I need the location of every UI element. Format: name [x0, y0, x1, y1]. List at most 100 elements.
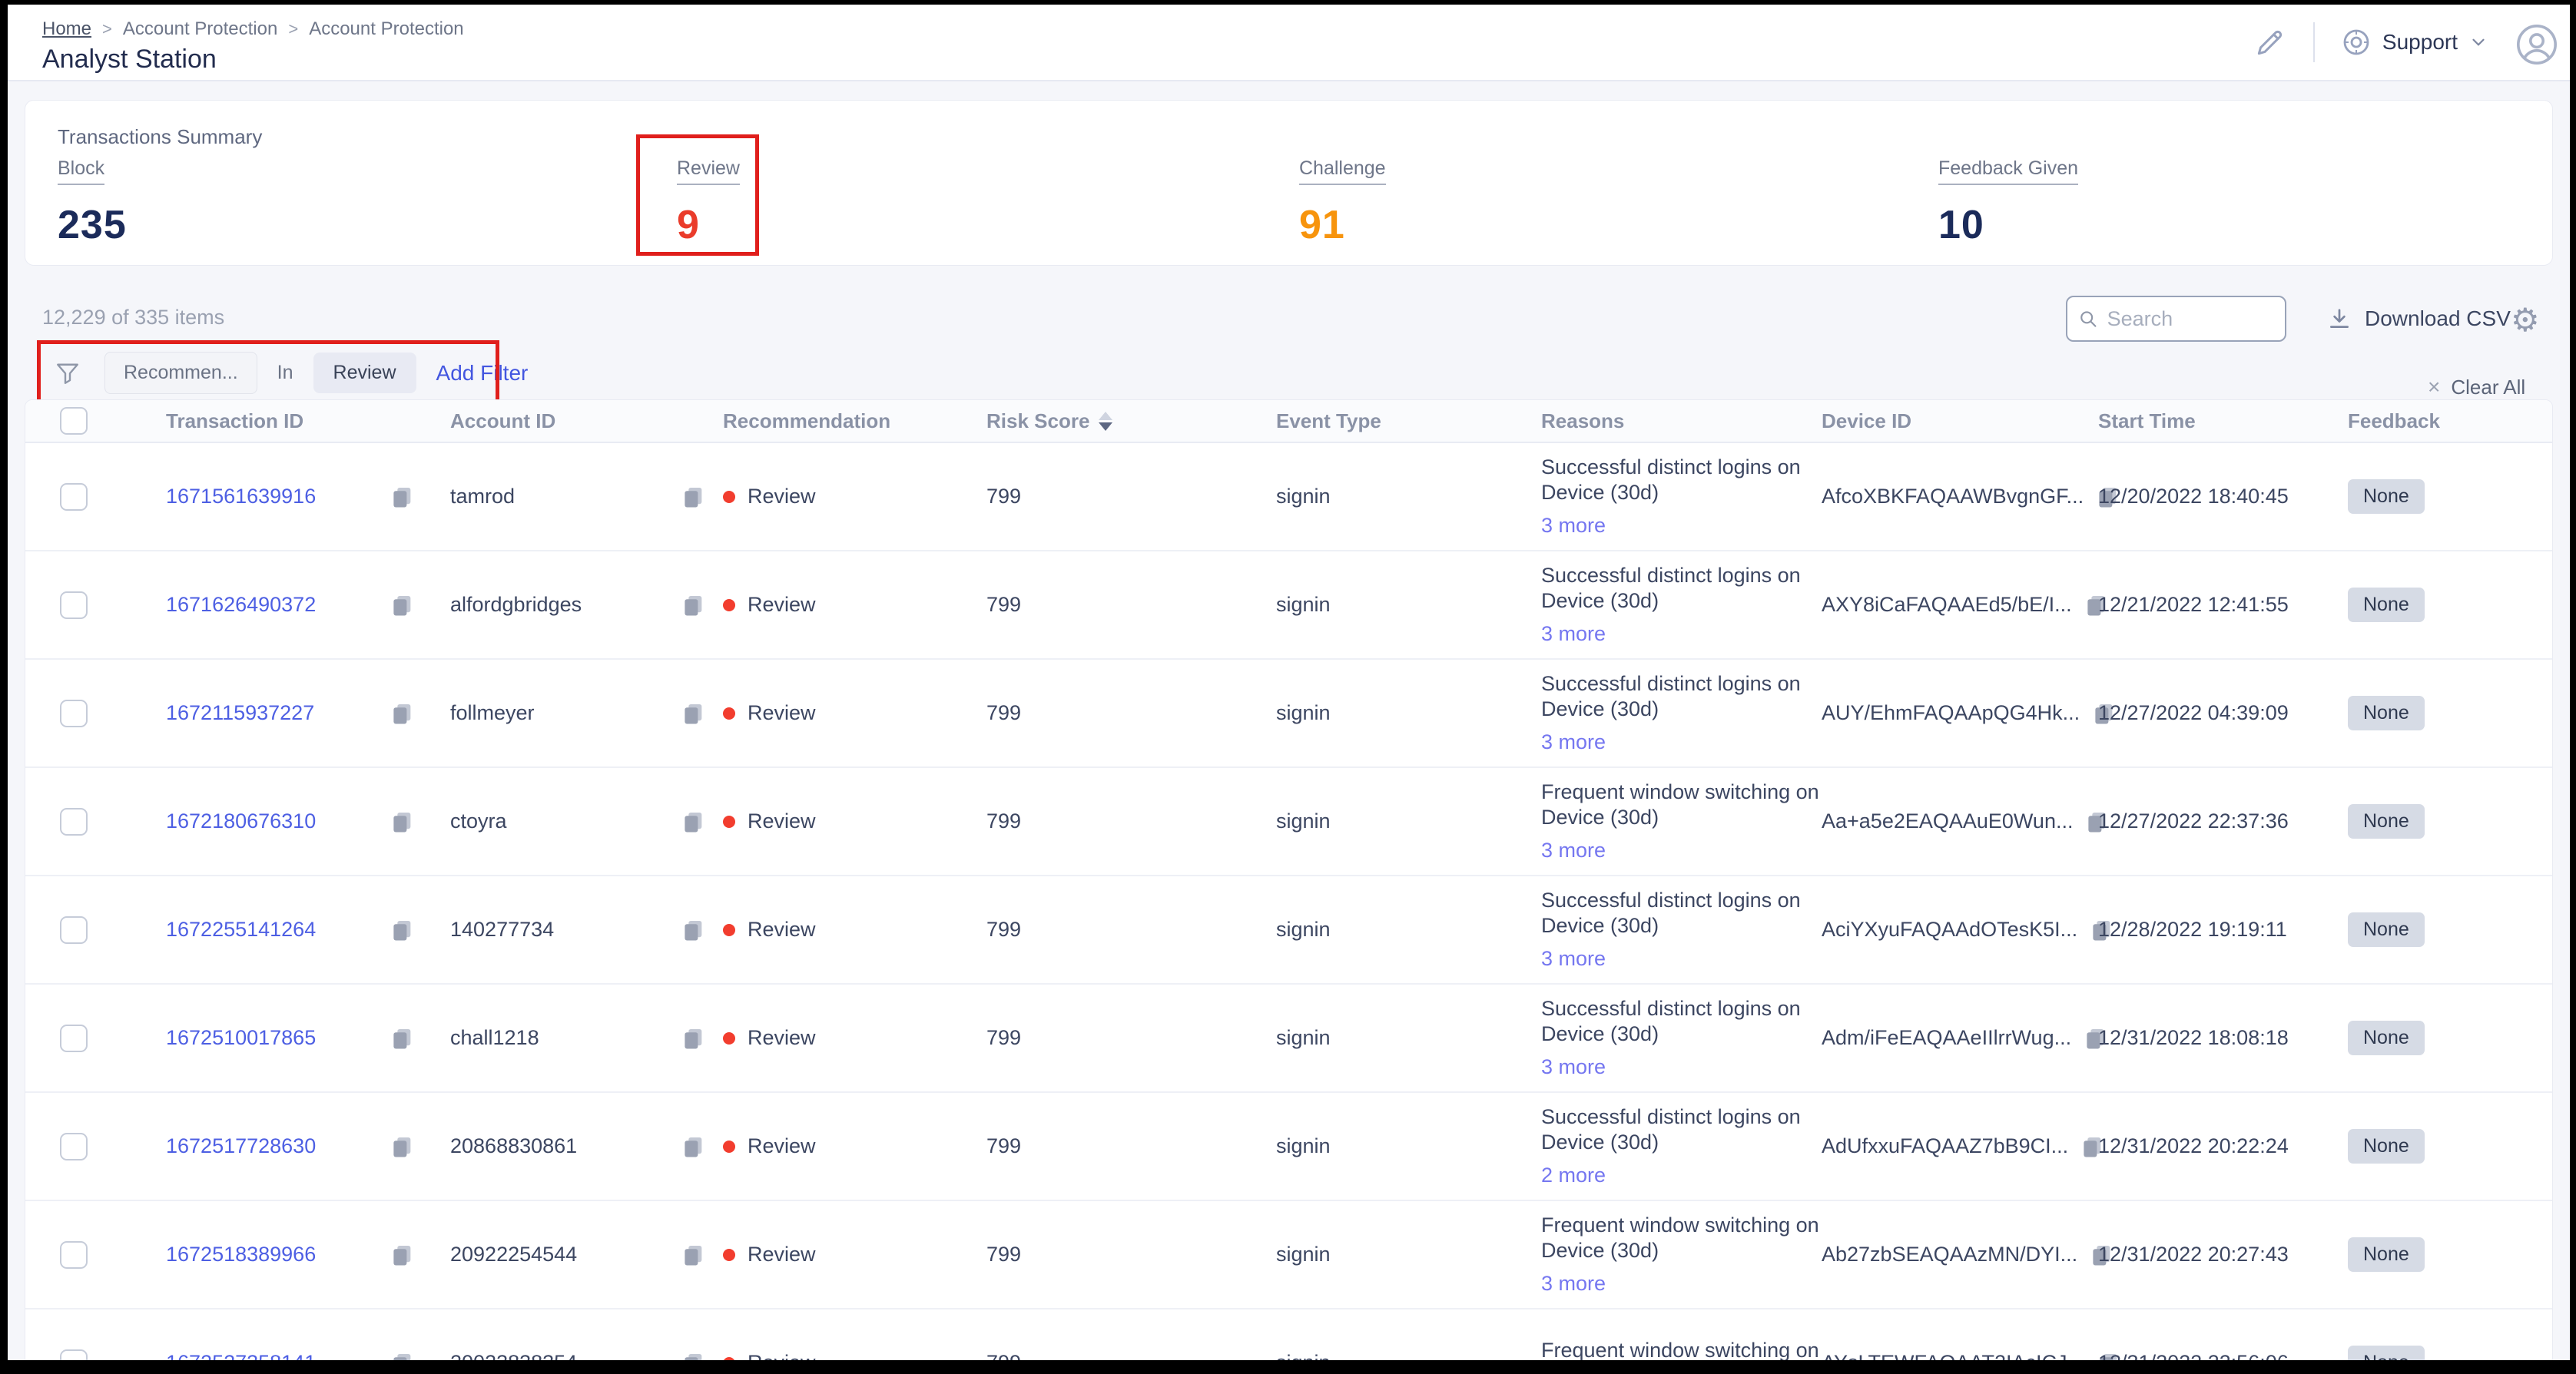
filter-field-chip[interactable]: Recommen... — [104, 352, 257, 394]
search-input[interactable] — [2107, 307, 2274, 331]
table-row: 1672527358141 20023838354 Review 799 sig… — [25, 1309, 2552, 1360]
start-time: 12/31/2022 20:27:43 — [2098, 1243, 2348, 1266]
copy-icon[interactable] — [680, 809, 706, 835]
more-reasons-link[interactable]: 3 more — [1541, 1271, 1606, 1296]
account-id: 20868830861 — [450, 1134, 577, 1158]
event-type: signin — [1276, 701, 1541, 725]
summary-title: Transactions Summary — [58, 125, 262, 149]
row-checkbox[interactable] — [60, 591, 88, 619]
table-row: 1672180676310 ctoyra Review 799 signin F… — [25, 768, 2552, 876]
pencil-icon[interactable] — [2253, 25, 2287, 59]
copy-icon[interactable] — [680, 700, 706, 727]
review-status-dot — [723, 1032, 735, 1045]
row-checkbox[interactable] — [60, 1133, 88, 1160]
copy-icon[interactable] — [389, 700, 415, 727]
row-checkbox[interactable] — [60, 700, 88, 727]
user-avatar[interactable] — [2515, 18, 2561, 67]
copy-icon[interactable] — [680, 917, 706, 943]
col-risk-score[interactable]: Risk Score — [986, 409, 1276, 433]
review-status-dot — [723, 924, 735, 936]
device-id: AdUfxxuFAQAAZ7bB9CI... — [1822, 1134, 2068, 1158]
more-reasons-link[interactable]: 3 more — [1541, 946, 1606, 972]
support-label: Support — [2382, 30, 2458, 55]
table-header-row: Transaction ID Account ID Recommendation… — [25, 400, 2552, 443]
transaction-id-link[interactable]: 1671561639916 — [166, 485, 316, 508]
filter-value-chip[interactable]: Review — [313, 353, 416, 393]
device-id: Aa+a5e2EAQAAuE0Wun... — [1822, 810, 2073, 833]
feedback-badge: None — [2348, 588, 2425, 622]
feedback-badge: None — [2348, 912, 2425, 947]
transaction-id-link[interactable]: 1672180676310 — [166, 810, 316, 833]
copy-icon[interactable] — [680, 1350, 706, 1361]
metric-feedback-value: 10 — [1938, 202, 2078, 248]
start-time: 12/27/2022 22:37:36 — [2098, 810, 2348, 833]
copy-icon[interactable] — [389, 1242, 415, 1268]
risk-score: 799 — [986, 1134, 1276, 1158]
add-filter-button[interactable]: Add Filter — [436, 361, 529, 386]
event-type: signin — [1276, 593, 1541, 617]
account-id: 20023838354 — [450, 1351, 577, 1360]
more-reasons-link[interactable]: 2 more — [1541, 1163, 1606, 1188]
more-reasons-link[interactable]: 3 more — [1541, 621, 1606, 647]
row-checkbox[interactable] — [60, 808, 88, 836]
reason-text-line2: Device (30d) — [1541, 913, 1822, 939]
close-icon: × — [2428, 375, 2440, 399]
copy-icon[interactable] — [680, 1025, 706, 1051]
more-reasons-link[interactable]: 3 more — [1541, 838, 1606, 863]
row-checkbox[interactable] — [60, 1241, 88, 1269]
transaction-id-link[interactable]: 1672527358141 — [166, 1351, 316, 1360]
recommendation-status: Review — [748, 810, 816, 833]
transactions-summary-card: Transactions Summary Block 235 Review 9 … — [25, 100, 2553, 266]
row-checkbox[interactable] — [60, 483, 88, 511]
breadcrumb-home-link[interactable]: Home — [42, 18, 91, 40]
metric-feedback-label[interactable]: Feedback Given — [1938, 157, 2078, 185]
metric-block-label[interactable]: Block — [58, 157, 104, 185]
transaction-id-link[interactable]: 1672255141264 — [166, 918, 316, 942]
copy-icon[interactable] — [389, 1350, 415, 1361]
transaction-id-link[interactable]: 1672115937227 — [166, 701, 314, 725]
copy-icon[interactable] — [680, 484, 706, 510]
breadcrumb-level1: Account Protection — [123, 18, 277, 40]
risk-score: 799 — [986, 810, 1276, 833]
metric-challenge-label[interactable]: Challenge — [1299, 157, 1386, 185]
recommendation-status: Review — [748, 701, 816, 725]
copy-icon[interactable] — [389, 1134, 415, 1160]
recommendation-status: Review — [748, 1243, 816, 1266]
download-label: Download CSV — [2365, 306, 2511, 331]
more-reasons-link[interactable]: 3 more — [1541, 1055, 1606, 1080]
gear-icon[interactable]: ⚙ — [2511, 301, 2540, 339]
metric-review-label[interactable]: Review — [677, 157, 740, 185]
more-reasons-link[interactable]: 3 more — [1541, 513, 1606, 538]
clear-all-button[interactable]: × Clear All — [2428, 375, 2525, 399]
recommendation-status: Review — [748, 918, 816, 942]
device-id: AYsLTEWFAQAAT2IAcICJ... — [1822, 1351, 2084, 1360]
row-checkbox[interactable] — [60, 1025, 88, 1052]
copy-icon[interactable] — [389, 917, 415, 943]
copy-icon[interactable] — [389, 484, 415, 510]
transaction-id-link[interactable]: 1672510017865 — [166, 1026, 316, 1050]
copy-icon[interactable] — [680, 1134, 706, 1160]
transaction-id-link[interactable]: 1672517728630 — [166, 1134, 316, 1158]
copy-icon[interactable] — [389, 592, 415, 618]
support-menu[interactable]: Support — [2341, 27, 2488, 58]
copy-icon[interactable] — [680, 1242, 706, 1268]
copy-icon[interactable] — [680, 592, 706, 618]
recommendation-status: Review — [748, 593, 816, 617]
transaction-id-link[interactable]: 1672518389966 — [166, 1243, 316, 1266]
row-checkbox[interactable] — [60, 916, 88, 944]
select-all-checkbox[interactable] — [60, 407, 88, 435]
row-checkbox[interactable] — [60, 1349, 88, 1361]
transaction-id-link[interactable]: 1671626490372 — [166, 593, 316, 617]
page-title: Analyst Station — [42, 45, 217, 74]
reason-text-line2: Device (30d) — [1541, 1130, 1822, 1155]
copy-icon[interactable] — [389, 809, 415, 835]
feedback-badge: None — [2348, 1237, 2425, 1272]
review-status-dot — [723, 599, 735, 611]
risk-score: 799 — [986, 1351, 1276, 1360]
more-reasons-link[interactable]: 3 more — [1541, 730, 1606, 755]
chevron-down-icon — [2468, 32, 2488, 52]
table-row: 1672255141264 140277734 Review 799 signi… — [25, 876, 2552, 985]
copy-icon[interactable] — [389, 1025, 415, 1051]
device-id: AfcoXBKFAQAAWBvgnGF... — [1822, 485, 2084, 508]
download-csv-button[interactable]: Download CSV — [2326, 306, 2511, 332]
